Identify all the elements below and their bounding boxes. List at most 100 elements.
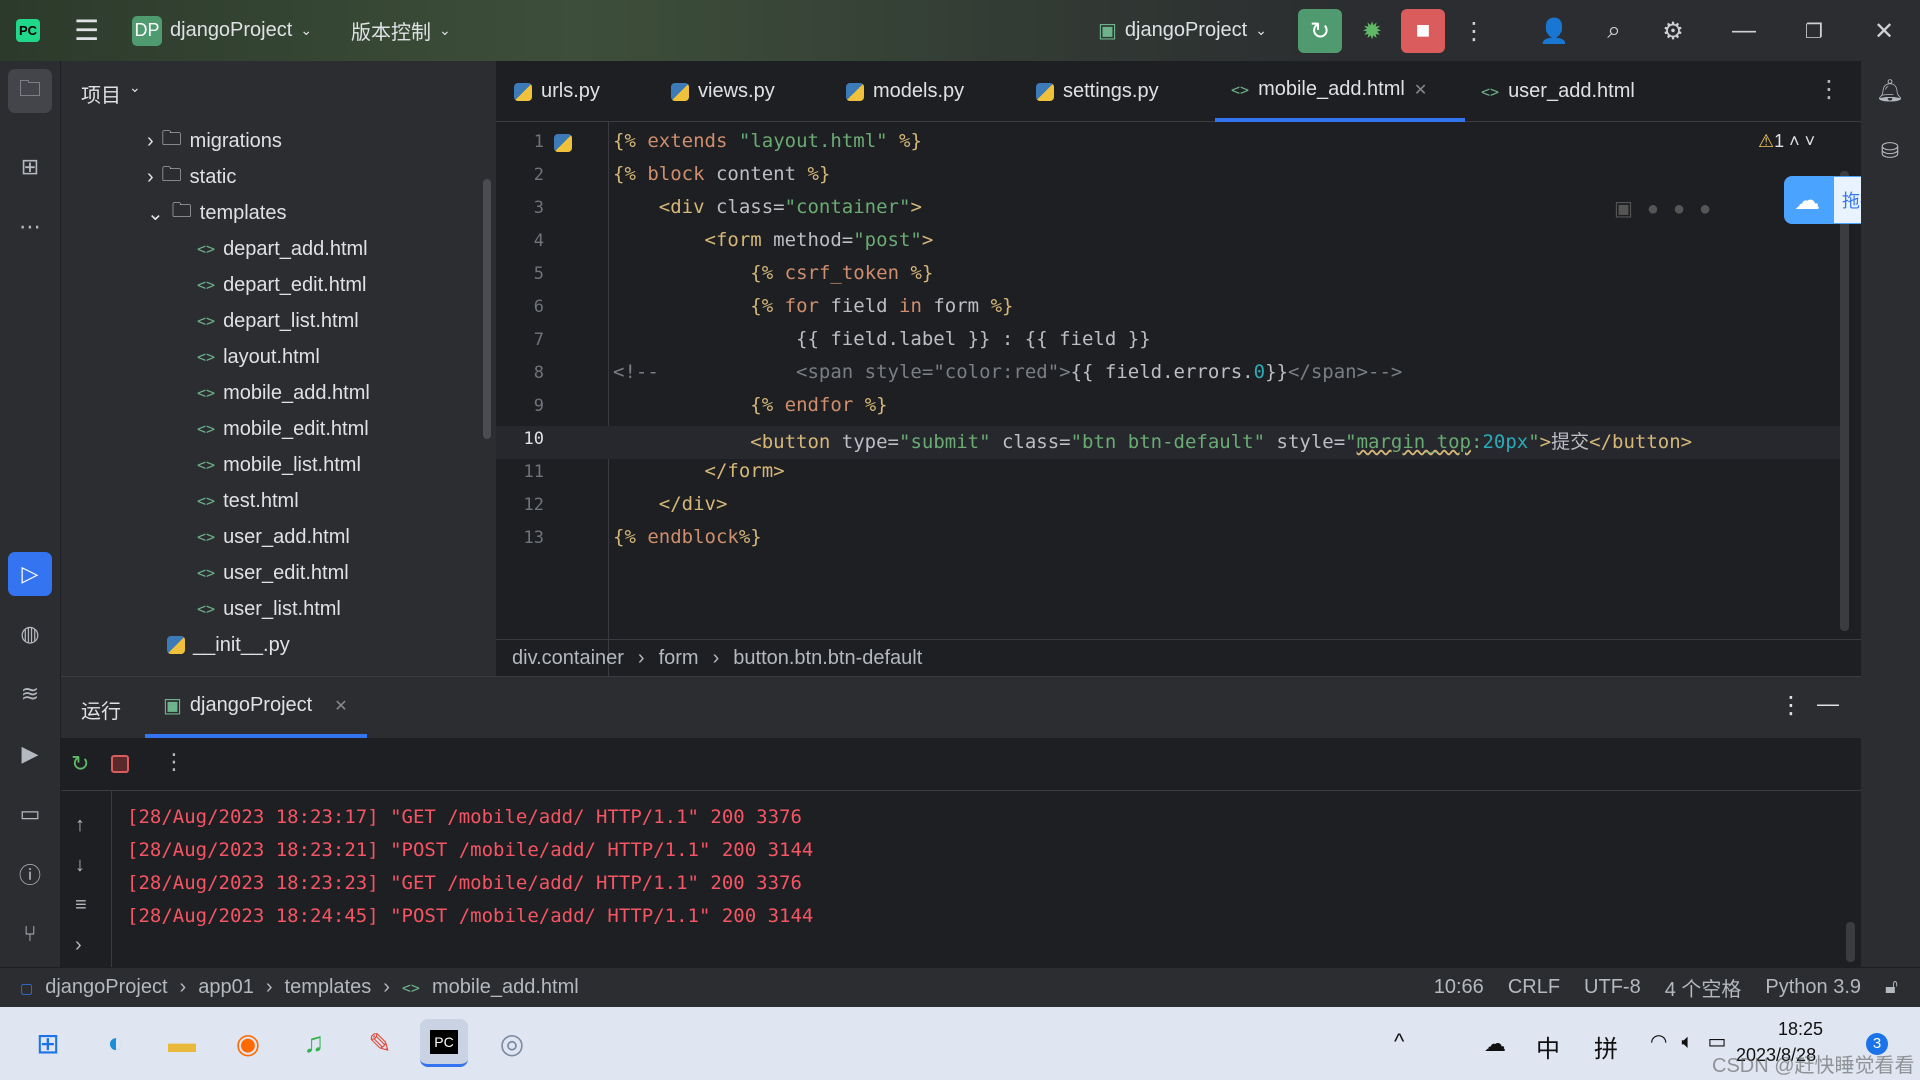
path-item[interactable]: djangoProject	[45, 976, 167, 999]
ime-mode[interactable]: 中	[1536, 1029, 1560, 1064]
tab-user_add-html[interactable]: <> user_add.html	[1481, 61, 1635, 122]
folder-icon: 🗀	[161, 164, 182, 186]
editor-scrollbar[interactable]	[1840, 171, 1849, 631]
code-line[interactable]: {{ field.label }} : {{ field }}	[613, 328, 1151, 350]
chevron-right-icon[interactable]: ›	[147, 130, 154, 153]
run-config-selector[interactable]: ▣ djangoProject ⌄	[1098, 0, 1267, 61]
services-icon[interactable]: ▶	[8, 732, 52, 776]
tree-item[interactable]: <> layout.html	[197, 339, 320, 375]
tree-item[interactable]: ⌄ 🗀 templates	[147, 195, 286, 231]
project-view-selector[interactable]: 项目 ⌄	[81, 79, 141, 108]
tab-views-py[interactable]: views.py	[671, 61, 775, 122]
console-output[interactable]: [28/Aug/2023 18:23:17] "GET /mobile/add/…	[61, 677, 1851, 968]
caret-position[interactable]: 10:66	[1434, 976, 1484, 999]
tab-mobile_add-html[interactable]: <> mobile_add.html ✕	[1215, 61, 1465, 122]
app-icon[interactable]: ◎	[488, 1019, 536, 1067]
start-icon[interactable]: ⊞	[24, 1019, 72, 1067]
tab-models-py[interactable]: models.py	[846, 61, 964, 122]
code-line[interactable]: <!-- <span style="color:red">{{ field.er…	[613, 361, 1402, 383]
edge-icon[interactable]: ◐	[92, 1019, 140, 1067]
code-line[interactable]: {% for field in form %}	[613, 295, 1013, 317]
music-app-icon[interactable]: ♫	[290, 1019, 338, 1067]
project-selector[interactable]: DP djangoProject ⌄	[132, 0, 312, 61]
search-icon[interactable]: ⌕	[1592, 9, 1636, 53]
pycharm-taskbar-icon[interactable]: PC	[420, 1019, 468, 1067]
code-line[interactable]: </div>	[613, 493, 728, 515]
app-icon[interactable]: ✎	[356, 1019, 404, 1067]
ime-pinyin[interactable]: 拼	[1594, 1029, 1618, 1064]
code-line[interactable]: {% endfor %}	[613, 394, 887, 416]
project-tree: › 🗀 migrations › 🗀 static ⌄ 🗀 templates <> depart_…	[61, 123, 481, 676]
tabs-more-icon[interactable]: ⋮	[1817, 75, 1841, 104]
code-line[interactable]: <div class="container">	[613, 196, 922, 218]
more-icon[interactable]: ⋮	[1452, 9, 1496, 53]
terminal-icon[interactable]: ▭	[8, 792, 52, 836]
gear-icon[interactable]: ⚙	[1651, 9, 1695, 53]
line-separator[interactable]: CRLF	[1508, 976, 1560, 999]
debug-button[interactable]: ✹	[1350, 9, 1394, 53]
python-console-icon[interactable]: ◍	[8, 612, 52, 656]
add-user-icon[interactable]: 👤	[1532, 9, 1576, 53]
breadcrumb-item[interactable]: button.btn.btn-default	[733, 647, 922, 670]
console-scrollbar[interactable]	[1846, 922, 1855, 962]
tree-item[interactable]: <> depart_list.html	[197, 303, 359, 339]
tree-item[interactable]: <> depart_edit.html	[197, 267, 366, 303]
notifications-icon[interactable]: 🔔︎	[1868, 69, 1912, 113]
code-line[interactable]: <button type="submit" class="btn btn-def…	[613, 427, 1692, 454]
browser-preview-icons[interactable]: ▣●●●	[1614, 196, 1725, 221]
tab-urls-py[interactable]: urls.py	[514, 61, 600, 122]
chevron-up-icon[interactable]: ^	[1394, 1029, 1404, 1055]
restore-button[interactable]: ❐	[1792, 9, 1836, 53]
tab-settings-py[interactable]: settings.py	[1036, 61, 1159, 122]
run-tool-icon[interactable]: ▷	[8, 552, 52, 596]
tree-scrollbar[interactable]	[483, 179, 491, 439]
tree-item[interactable]: <> user_add.html	[197, 519, 350, 555]
tree-item[interactable]: › 🗀 static	[147, 159, 236, 195]
tree-item[interactable]: › 🗀 migrations	[147, 123, 282, 159]
lock-icon[interactable]: 🔓︎	[1885, 976, 1898, 999]
tree-item[interactable]: <> test.html	[197, 483, 299, 519]
tree-item[interactable]: __init__.py	[167, 627, 290, 663]
tree-item[interactable]: <> user_list.html	[197, 591, 341, 627]
cloud-error-icon[interactable]: ☁	[1484, 1031, 1506, 1057]
code-line[interactable]: {% endblock%}	[613, 526, 762, 548]
path-item[interactable]: app01	[198, 976, 254, 999]
code-line[interactable]: </form>	[613, 460, 785, 482]
rerun-button[interactable]: ↻	[1298, 9, 1342, 53]
tree-item[interactable]: <> depart_add.html	[197, 231, 368, 267]
folder-icon[interactable]: 🗀	[8, 69, 52, 113]
tree-item[interactable]: <> mobile_list.html	[197, 447, 361, 483]
more-tools-icon[interactable]: ⋯	[8, 205, 52, 249]
problems-icon[interactable]: ⓘ	[8, 852, 52, 896]
firefox-icon[interactable]: ◉	[224, 1019, 272, 1067]
chevron-right-icon[interactable]: ›	[147, 166, 154, 189]
path-item[interactable]: mobile_add.html	[432, 976, 579, 999]
database-icon[interactable]: ⛁	[1868, 129, 1912, 173]
close-button[interactable]: ✕	[1862, 9, 1906, 53]
warnings-indicator[interactable]: ⚠1 ˄ ˅	[1758, 131, 1815, 152]
path-item[interactable]: templates	[285, 976, 372, 999]
code-line[interactable]: {% extends "layout.html" %}	[613, 130, 922, 152]
code-line[interactable]: <form method="post">	[613, 229, 934, 251]
file-encoding[interactable]: UTF-8	[1584, 976, 1641, 999]
stop-button[interactable]: ■	[1401, 9, 1445, 53]
clock-time[interactable]: 18:25	[1778, 1019, 1823, 1040]
tree-item[interactable]: <> user_edit.html	[197, 555, 349, 591]
tree-item[interactable]: <> mobile_edit.html	[197, 411, 369, 447]
git-icon[interactable]: ⑂	[8, 912, 52, 956]
breadcrumb-item[interactable]: div.container	[512, 647, 624, 670]
breadcrumb-item[interactable]: form	[659, 647, 699, 670]
chevron-down-icon[interactable]: ⌄	[147, 201, 164, 226]
python-interpreter[interactable]: Python 3.9	[1765, 976, 1861, 999]
vcs-menu[interactable]: 版本控制 ⌄	[351, 0, 451, 61]
code-line[interactable]: {% csrf_token %}	[613, 262, 933, 284]
indent-setting[interactable]: 4 个空格	[1665, 973, 1742, 1002]
structure-icon[interactable]: ⊞	[8, 145, 52, 189]
layers-icon[interactable]: ≋	[8, 672, 52, 716]
file-explorer-icon[interactable]: ▬	[158, 1019, 206, 1067]
main-menu-icon[interactable]: ☰	[74, 0, 99, 61]
tree-item[interactable]: <> mobile_add.html	[197, 375, 370, 411]
minimize-button[interactable]: —	[1722, 9, 1766, 53]
code-line[interactable]: {% block content %}	[613, 163, 830, 185]
close-tab-icon[interactable]: ✕	[1414, 78, 1427, 101]
